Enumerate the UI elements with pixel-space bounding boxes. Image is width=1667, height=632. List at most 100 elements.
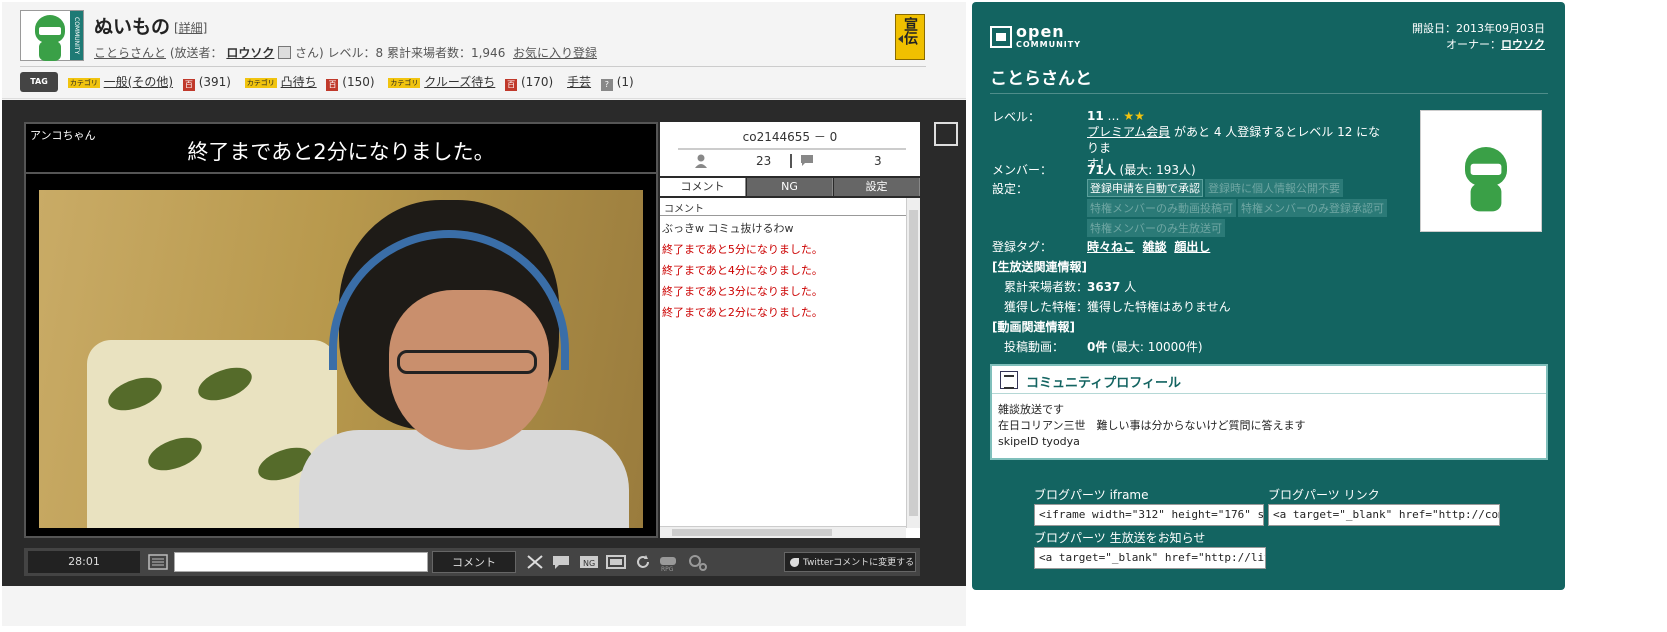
- tag-link[interactable]: 手芸: [567, 75, 591, 89]
- community-band: COMMUNITY: [70, 11, 83, 60]
- privilege-value: 獲得した特権はありません: [1087, 300, 1231, 314]
- tag-count: (391): [198, 75, 231, 89]
- comment-count-icon: [801, 155, 813, 166]
- community-title: ことらさんと: [990, 69, 1092, 89]
- comment-list: ぶっきw コミュ抜けるわw 終了まであと5分になりました。 終了まであと4分にな…: [660, 218, 906, 323]
- profile-body: 雑談放送です 在日コリアン三世 難しい事は分からないけど質問に答えます skip…: [998, 402, 1306, 450]
- privilege-label: 獲得した特権：: [1004, 300, 1089, 314]
- profile-document-icon: [1000, 371, 1018, 389]
- video-screen[interactable]: アンコちゃん 終了まであと2分になりました。: [24, 122, 658, 538]
- tag-bar: TAG カテゴリ 一般(その他) 百 (391) カテゴリ 凸待ち 百 (150…: [20, 72, 644, 94]
- command-icon[interactable]: [148, 554, 168, 570]
- svg-text:RPG: RPG: [661, 566, 674, 572]
- dictionary-icon[interactable]: 百: [326, 79, 339, 91]
- fullscreen-button[interactable]: [934, 122, 958, 146]
- favorite-link[interactable]: お気に入り登録: [513, 46, 597, 60]
- member-value: 71人 (最大: 193人): [1087, 161, 1196, 178]
- tag-link[interactable]: 一般(その他): [104, 75, 173, 89]
- comment-bubble-icon[interactable]: [552, 554, 570, 570]
- logo-text-community: COMMUNITY: [1016, 40, 1082, 49]
- level-number: 11: [1087, 109, 1104, 123]
- settings-gear-icon[interactable]: [688, 554, 708, 572]
- tag-count: (170): [520, 75, 554, 89]
- blogparts-live-field[interactable]: <a target="_blank" href="http://live.nic…: [1034, 547, 1266, 569]
- tag-link[interactable]: 凸待ち: [281, 75, 317, 89]
- profile-title: コミュニティプロフィール: [1026, 376, 1181, 391]
- comment-input[interactable]: [174, 552, 428, 572]
- blogparts-link-field[interactable]: <a target="_blank" href="http://com.nic: [1268, 504, 1500, 526]
- blogparts-iframe-label: ブログパーツ iframe: [1034, 488, 1149, 502]
- profile-header: コミュニティプロフィール: [992, 366, 1546, 394]
- comment-row[interactable]: 終了まであと2分になりました。: [660, 302, 906, 323]
- tag-item: 手芸 ? (1): [567, 73, 634, 91]
- video-frame[interactable]: [39, 190, 643, 528]
- screen-mode-icon[interactable]: [606, 554, 626, 570]
- community-thumbnail[interactable]: COMMUNITY: [20, 10, 84, 61]
- level-stars: ★★: [1123, 109, 1145, 123]
- user-profile-icon[interactable]: [278, 46, 292, 59]
- player-area: アンコちゃん 終了まであと2分になりました。 co2144655 － 0 23 …: [2, 100, 966, 586]
- community-tag-link[interactable]: 顔出し: [1174, 240, 1210, 254]
- comment-row[interactable]: 終了まであと4分になりました。: [660, 260, 906, 281]
- videos-max: (最大: 10000件): [1111, 340, 1203, 354]
- community-image: [1420, 110, 1542, 232]
- program-header: COMMUNITY ぬいもの [詳細] ことらさんと (放送者： ロウソク さん…: [2, 2, 966, 99]
- broadcaster-stats: さん) レベル：8 累計来場者数：1,946: [295, 46, 506, 60]
- comment-vertical-scrollbar[interactable]: [906, 198, 920, 528]
- visitors-label: 累計来場者数：: [1004, 280, 1089, 294]
- community-tag-link[interactable]: 雑談: [1143, 240, 1167, 254]
- visitors-unit: 人: [1124, 280, 1137, 294]
- comment-panel: コメント ぶっきw コミュ抜けるわw 終了まであと5分になりました。 終了まであ…: [660, 198, 920, 538]
- community-link[interactable]: ことらさんと: [94, 46, 166, 60]
- rpg-game-icon[interactable]: RPG: [658, 554, 678, 572]
- tag-badge-icon: TAG: [20, 72, 58, 92]
- premium-link[interactable]: プレミアム会員: [1087, 125, 1170, 139]
- tag-link[interactable]: クルーズ待ち: [424, 75, 495, 89]
- level-dots: …: [1103, 109, 1124, 123]
- comment-row[interactable]: 終了まであと5分になりました。: [660, 239, 906, 260]
- video-section-heading: [動画関連情報]: [992, 320, 1075, 334]
- dictionary-icon[interactable]: 百: [182, 79, 195, 91]
- setting-privileged-live: 特権メンバーのみ生放送可: [1087, 219, 1225, 237]
- blogparts-iframe-field[interactable]: <iframe width="312" height="176" src=: [1034, 504, 1264, 526]
- visitors-value: 3637 人: [1087, 278, 1136, 295]
- advertise-button[interactable]: 宣伝: [895, 14, 925, 60]
- elapsed-time: 28:01: [28, 551, 140, 573]
- tab-ng[interactable]: NG: [747, 178, 833, 196]
- hide-comments-icon[interactable]: [526, 554, 544, 570]
- comment-row[interactable]: 終了まであと3分になりました。: [660, 281, 906, 302]
- title-divider: [990, 93, 1548, 94]
- tags-label: 登録タグ：: [992, 240, 1053, 254]
- live-info: co2144655 － 0 23 3: [660, 122, 920, 176]
- visitors-count: 3637: [1087, 280, 1121, 294]
- broadcaster-link[interactable]: ロウソク: [226, 46, 274, 60]
- viewer-count: 23: [756, 154, 772, 168]
- comment-submit-button[interactable]: コメント: [432, 551, 516, 573]
- reload-icon[interactable]: [634, 554, 652, 570]
- tab-settings[interactable]: 設定: [834, 178, 920, 196]
- dictionary-icon[interactable]: ?: [600, 79, 613, 91]
- videos-label: 投稿動画：: [1004, 340, 1065, 354]
- community-panel: open COMMUNITY 開設日：2013年09月03日 オーナー：ロウソク…: [972, 2, 1565, 590]
- videos-value: 0件 (最大: 10000件): [1087, 338, 1203, 355]
- detail-link[interactable]: [詳細]: [174, 19, 207, 36]
- program-title: ぬいもの: [94, 16, 171, 38]
- setting-no-personal-info: 登録時に個人情報公開不要: [1205, 179, 1343, 197]
- member-label: メンバー：: [992, 163, 1053, 177]
- comment-row[interactable]: ぶっきw コミュ抜けるわw: [660, 218, 906, 239]
- member-max: (最大: 193人): [1119, 163, 1196, 177]
- blogparts-live-label: ブログパーツ 生放送をお知らせ: [1034, 531, 1206, 545]
- community-tag-link[interactable]: 時々ねこ: [1087, 240, 1135, 254]
- comment-horizontal-scrollbar[interactable]: [660, 526, 906, 538]
- setting-privileged-approve: 特権メンバーのみ登録承認可: [1238, 199, 1387, 217]
- comment-column-header[interactable]: コメント: [660, 198, 906, 216]
- tags-list: 時々ねこ 雑談 顔出し: [1087, 238, 1210, 255]
- community-profile: コミュニティプロフィール 雑談放送です 在日コリアン三世 難しい事は分からないけ…: [990, 364, 1548, 460]
- ng-icon[interactable]: NG: [579, 554, 599, 570]
- twitter-comment-button[interactable]: Twitterコメントに変更する: [784, 552, 916, 572]
- tab-comment[interactable]: コメント: [660, 178, 746, 196]
- tag-item: カテゴリ 一般(その他) 百 (391): [67, 73, 231, 91]
- comment-count: 3: [874, 154, 882, 168]
- dictionary-icon[interactable]: 百: [505, 79, 518, 91]
- owner-link[interactable]: ロウソク: [1501, 38, 1545, 51]
